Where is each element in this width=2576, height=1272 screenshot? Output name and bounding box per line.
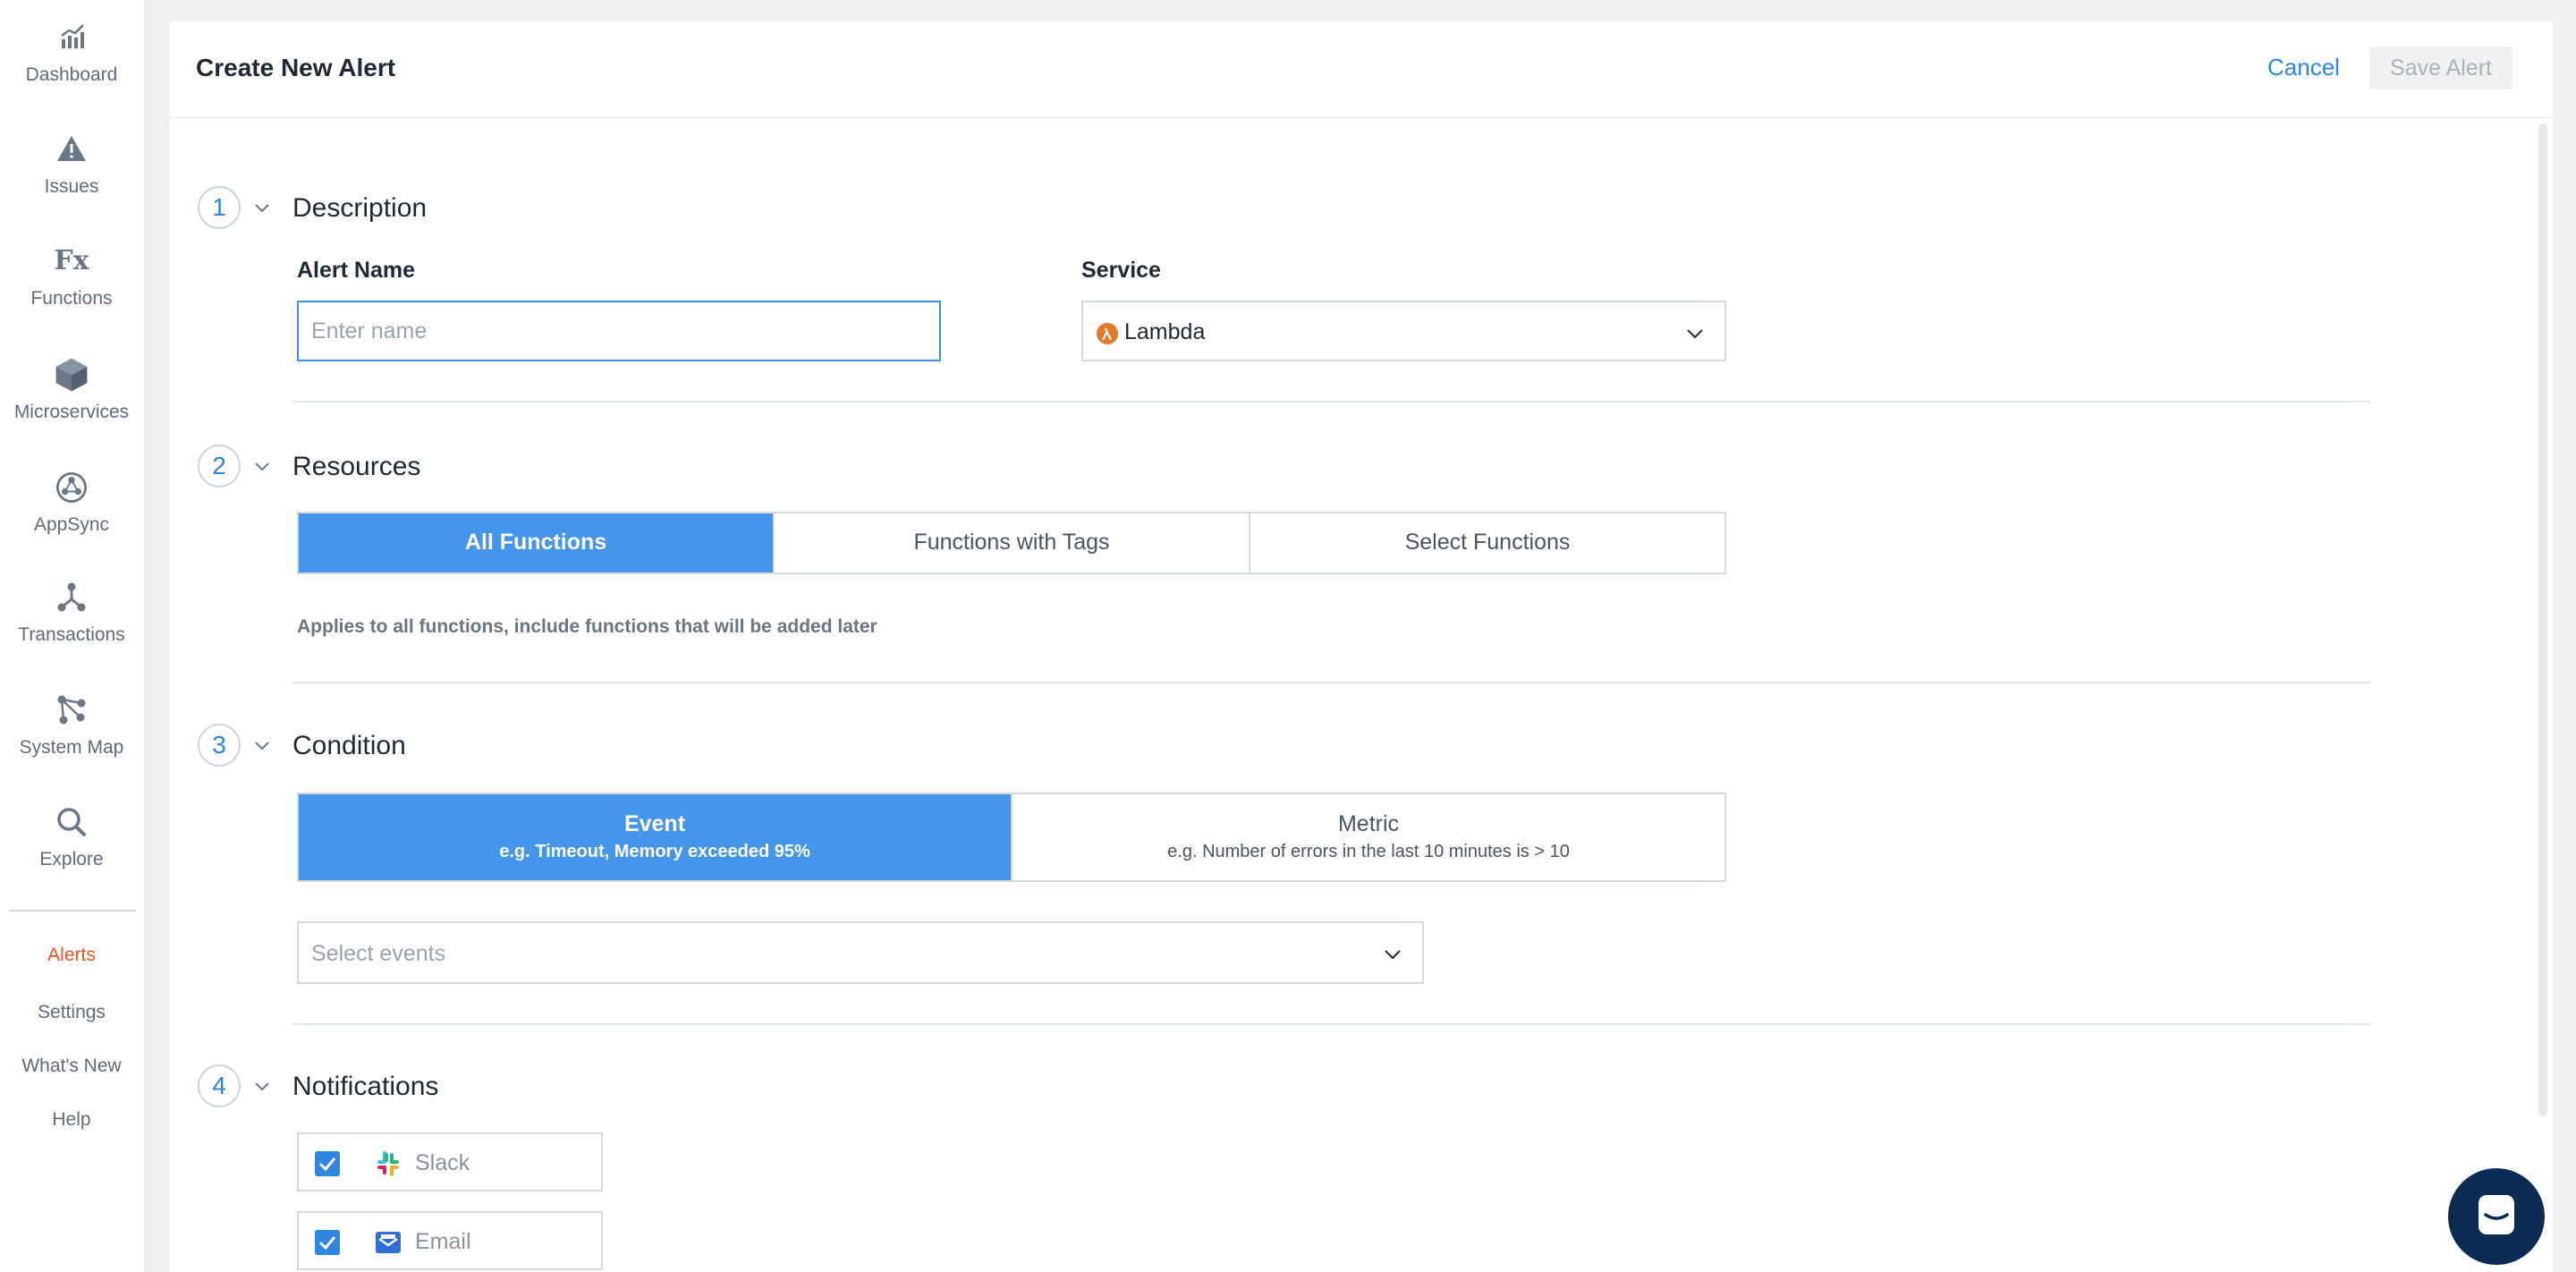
tab-label: All Functions: [464, 530, 607, 555]
sidebar: Dashboard Issues Fx Functions Microservi…: [0, 0, 145, 1272]
section-divider: [292, 1023, 2371, 1025]
sidebar-item-explore[interactable]: Explore: [0, 802, 143, 870]
sidebar-item-label: Dashboard: [25, 64, 118, 85]
lambda-icon: [1097, 323, 1118, 344]
sidebar-item-microservices[interactable]: Microservices: [0, 355, 143, 423]
chevron-down-icon[interactable]: [253, 199, 271, 216]
page-title: Create New Alert: [196, 54, 396, 81]
events-select[interactable]: Select events: [297, 921, 1424, 984]
tab-label: Metric: [1337, 810, 1400, 836]
notification-channel-slack[interactable]: Slack: [297, 1132, 603, 1191]
resources-segmented-control: All Functions Functions with Tags Select…: [297, 512, 1726, 574]
service-value: Lambda: [1124, 319, 1206, 344]
transactions-icon: [57, 582, 86, 612]
fx-icon: Fx: [54, 245, 89, 276]
section-title-resources: Resources: [292, 452, 421, 481]
notification-label: Slack: [415, 1150, 470, 1175]
top-bar: Create New Alert Cancel Save Alert: [169, 21, 2553, 118]
alert-name-label: Alert Name: [297, 258, 415, 283]
alert-form-panel: Create New Alert Cancel Save Alert 1 Des…: [169, 21, 2553, 1272]
scrollbar[interactable]: [2538, 123, 2547, 1116]
sidebar-item-system-map[interactable]: System Map: [0, 691, 143, 759]
slack-icon: [377, 1151, 399, 1176]
checkbox-checked[interactable]: [315, 1151, 340, 1176]
sidebar-item-label: Transactions: [18, 624, 125, 645]
bar-chart-icon: [61, 24, 84, 48]
step-number: 4: [198, 1064, 241, 1107]
section-title-description: Description: [292, 193, 428, 223]
tab-functions-with-tags[interactable]: Functions with Tags: [775, 513, 1250, 572]
system-map-icon: [57, 695, 86, 725]
sidebar-item-label: Explore: [39, 849, 104, 869]
tab-label: Select Functions: [1404, 530, 1571, 555]
tab-label: Event: [623, 810, 686, 836]
tab-label: Functions with Tags: [913, 530, 1110, 555]
sidebar-item-label: AppSync: [33, 514, 110, 535]
tab-sublabel: e.g. Timeout, Memory exceeded 95%: [499, 842, 810, 862]
section-divider: [292, 682, 2371, 683]
tab-event[interactable]: Event e.g. Timeout, Memory exceeded 95%: [299, 794, 1013, 880]
sidebar-divider: [9, 910, 136, 912]
sidebar-link-settings[interactable]: Settings: [0, 1002, 143, 1023]
tab-sublabel: e.g. Number of errors in the last 10 min…: [1167, 842, 1570, 862]
email-icon: [376, 1232, 401, 1253]
sidebar-link-whats-new[interactable]: What's New: [0, 1056, 143, 1077]
save-alert-button[interactable]: Save Alert: [2369, 47, 2512, 89]
sidebar-item-label: Microservices: [13, 402, 130, 422]
chat-launcher-button[interactable]: [2448, 1168, 2545, 1265]
sidebar-item-issues[interactable]: Issues: [0, 130, 143, 198]
sidebar-item-label: System Map: [19, 737, 124, 758]
warning-icon: [57, 136, 86, 161]
service-select[interactable]: Lambda: [1081, 301, 1726, 361]
step-number: 3: [198, 724, 241, 767]
sidebar-link-help[interactable]: Help: [0, 1109, 143, 1131]
service-label: Service: [1081, 258, 1161, 283]
sidebar-link-alerts[interactable]: Alerts: [0, 945, 143, 966]
search-icon: [57, 808, 86, 836]
chevron-down-icon: [1687, 329, 1703, 339]
condition-segmented-control: Event e.g. Timeout, Memory exceeded 95% …: [297, 793, 1726, 882]
notification-label: Email: [415, 1229, 471, 1254]
tab-all-functions[interactable]: All Functions: [299, 513, 775, 572]
section-title-condition: Condition: [292, 731, 406, 760]
chevron-down-icon[interactable]: [253, 1077, 271, 1095]
resources-helper-text: Applies to all functions, include functi…: [297, 616, 877, 637]
section-divider: [292, 401, 2371, 403]
sidebar-item-label: Functions: [30, 288, 113, 309]
chat-icon: [2479, 1195, 2514, 1234]
sidebar-item-appsync[interactable]: AppSync: [0, 468, 143, 536]
section-title-notifications: Notifications: [292, 1072, 439, 1101]
chevron-down-icon: [1385, 950, 1401, 960]
sidebar-item-functions[interactable]: Fx Functions: [0, 242, 143, 310]
chevron-down-icon[interactable]: [253, 736, 271, 754]
sidebar-item-dashboard[interactable]: Dashboard: [0, 18, 143, 86]
appsync-icon: [56, 472, 87, 503]
sidebar-item-label: Issues: [44, 176, 99, 197]
events-select-placeholder: Select events: [311, 941, 446, 966]
checkbox-checked[interactable]: [315, 1230, 340, 1255]
tab-select-functions[interactable]: Select Functions: [1250, 513, 1724, 572]
cancel-button[interactable]: Cancel: [2267, 54, 2340, 81]
sidebar-item-transactions[interactable]: Transactions: [0, 578, 143, 646]
notification-channel-email[interactable]: Email: [297, 1211, 603, 1270]
tab-metric[interactable]: Metric e.g. Number of errors in the last…: [1013, 794, 1724, 880]
cube-icon: [55, 358, 88, 392]
step-number: 2: [198, 445, 241, 488]
step-number: 1: [198, 186, 241, 229]
alert-name-input[interactable]: [297, 301, 941, 361]
chevron-down-icon[interactable]: [253, 457, 271, 475]
